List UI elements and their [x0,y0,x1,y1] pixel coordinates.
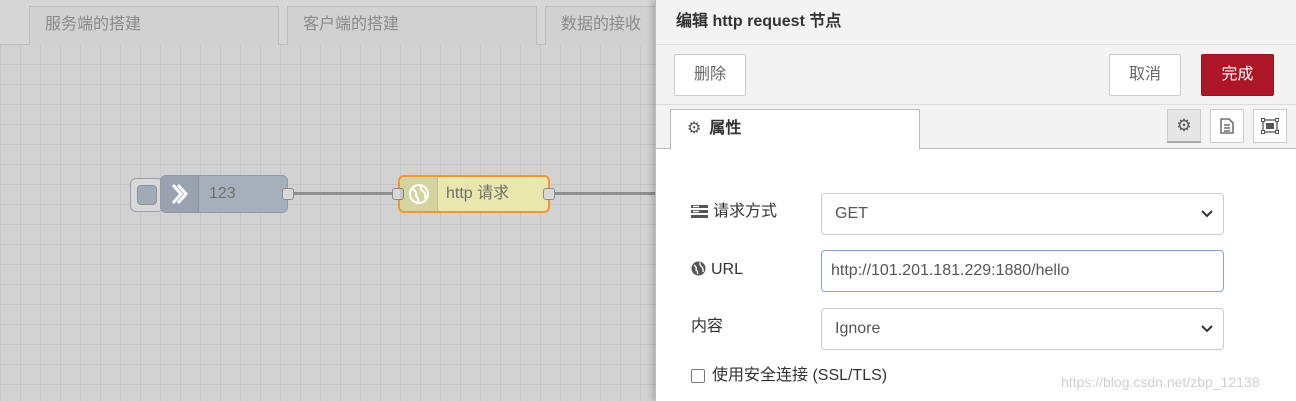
url-label-text: URL [711,261,744,278]
method-select-value: GET [835,205,868,222]
ssl-checkbox-label: 使用安全连接 (SSL/TLS) [712,367,888,384]
edit-node-tray: 编辑 http request 节点 删除 取消 完成 ⚙ 属性 ⚙ 请求方式 G… [655,0,1296,401]
flow-workspace[interactable]: 服务端的搭建 客户端的搭建 数据的接收 123 http 请求 [0,0,655,401]
description-tab-button[interactable] [1210,109,1244,143]
watermark: https://blog.csdn.net/zbp_12138 [1061,374,1260,390]
inject-node-label: 123 [209,185,236,202]
inject-output-port[interactable] [282,188,294,200]
file-text-icon [1220,118,1234,134]
http-request-node[interactable]: http 请求 [392,175,555,213]
http-request-output-port[interactable] [543,188,555,200]
tab-properties-label: 属性 [709,120,742,137]
content-select-value: Ignore [835,320,881,337]
content-label: 内容 [691,318,724,335]
gear-icon: ⚙ [1176,115,1192,135]
inject-trigger-button[interactable] [130,178,164,212]
method-select[interactable]: GET [821,193,1224,235]
url-label: URL [691,259,743,283]
workspace-tab-data-receive[interactable]: 数据的接收 [545,6,655,45]
tray-tab-bar: ⚙ 属性 ⚙ [656,105,1296,150]
delete-button[interactable]: 删除 [674,54,746,96]
workspace-tab-bar: 服务端的搭建 客户端的搭建 数据的接收 [0,0,655,45]
method-label-text: 请求方式 [713,203,778,220]
method-label: 请求方式 [691,201,777,225]
inject-trigger-button-inner [137,185,157,205]
arrow-right-icon [161,176,199,212]
ssl-checkbox[interactable] [691,369,705,383]
wire-http-out[interactable] [554,192,655,195]
tasks-icon [691,203,708,225]
done-button[interactable]: 完成 [1201,54,1274,96]
http-request-node-label: http 请求 [446,185,510,202]
gear-icon: ⚙ [687,120,702,137]
globe-icon [691,261,706,283]
tab-properties[interactable]: ⚙ 属性 [670,109,920,150]
appearance-tab-button[interactable] [1253,109,1287,143]
object-group-icon [1261,118,1279,134]
globe-icon [400,177,438,211]
workspace-tab-client[interactable]: 客户端的搭建 [287,6,537,45]
wire-inject-to-http[interactable] [292,192,398,195]
chevron-down-icon [1201,210,1213,218]
url-input[interactable]: http://101.201.181.229:1880/hello [821,250,1224,292]
content-select[interactable]: Ignore [821,308,1224,350]
settings-tab-button[interactable]: ⚙ [1167,109,1201,143]
tray-title: 编辑 http request 节点 [656,0,1296,45]
inject-node[interactable]: 123 [160,175,294,213]
cancel-button[interactable]: 取消 [1109,54,1181,96]
tray-toolbar: 删除 取消 完成 [656,45,1296,105]
workspace-tab-server[interactable]: 服务端的搭建 [29,6,279,45]
chevron-down-icon [1201,325,1213,333]
